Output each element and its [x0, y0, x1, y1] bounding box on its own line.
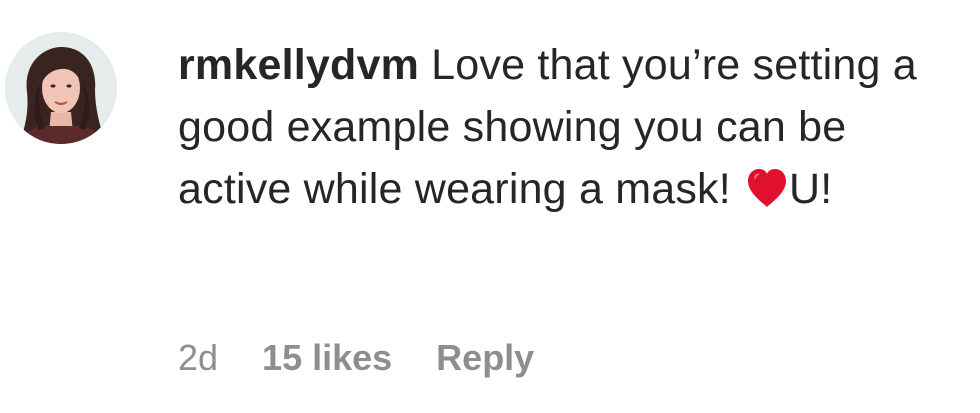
comment-item: rmkellydvm Love that you’re setting a go…: [0, 0, 980, 413]
avatar-image: [5, 32, 117, 144]
comment-text-suffix: U!: [789, 165, 833, 213]
reply-button[interactable]: Reply: [436, 337, 534, 379]
likes-count[interactable]: 15 likes: [262, 337, 392, 379]
comment-username[interactable]: rmkellydvm: [178, 41, 419, 89]
comment-meta: 2d 15 likes Reply: [178, 336, 534, 380]
comment-timestamp[interactable]: 2d: [178, 337, 218, 379]
red-heart-icon: [745, 167, 789, 209]
avatar[interactable]: [5, 32, 117, 144]
comment-text: rmkellydvm Love that you’re setting a go…: [178, 34, 958, 220]
